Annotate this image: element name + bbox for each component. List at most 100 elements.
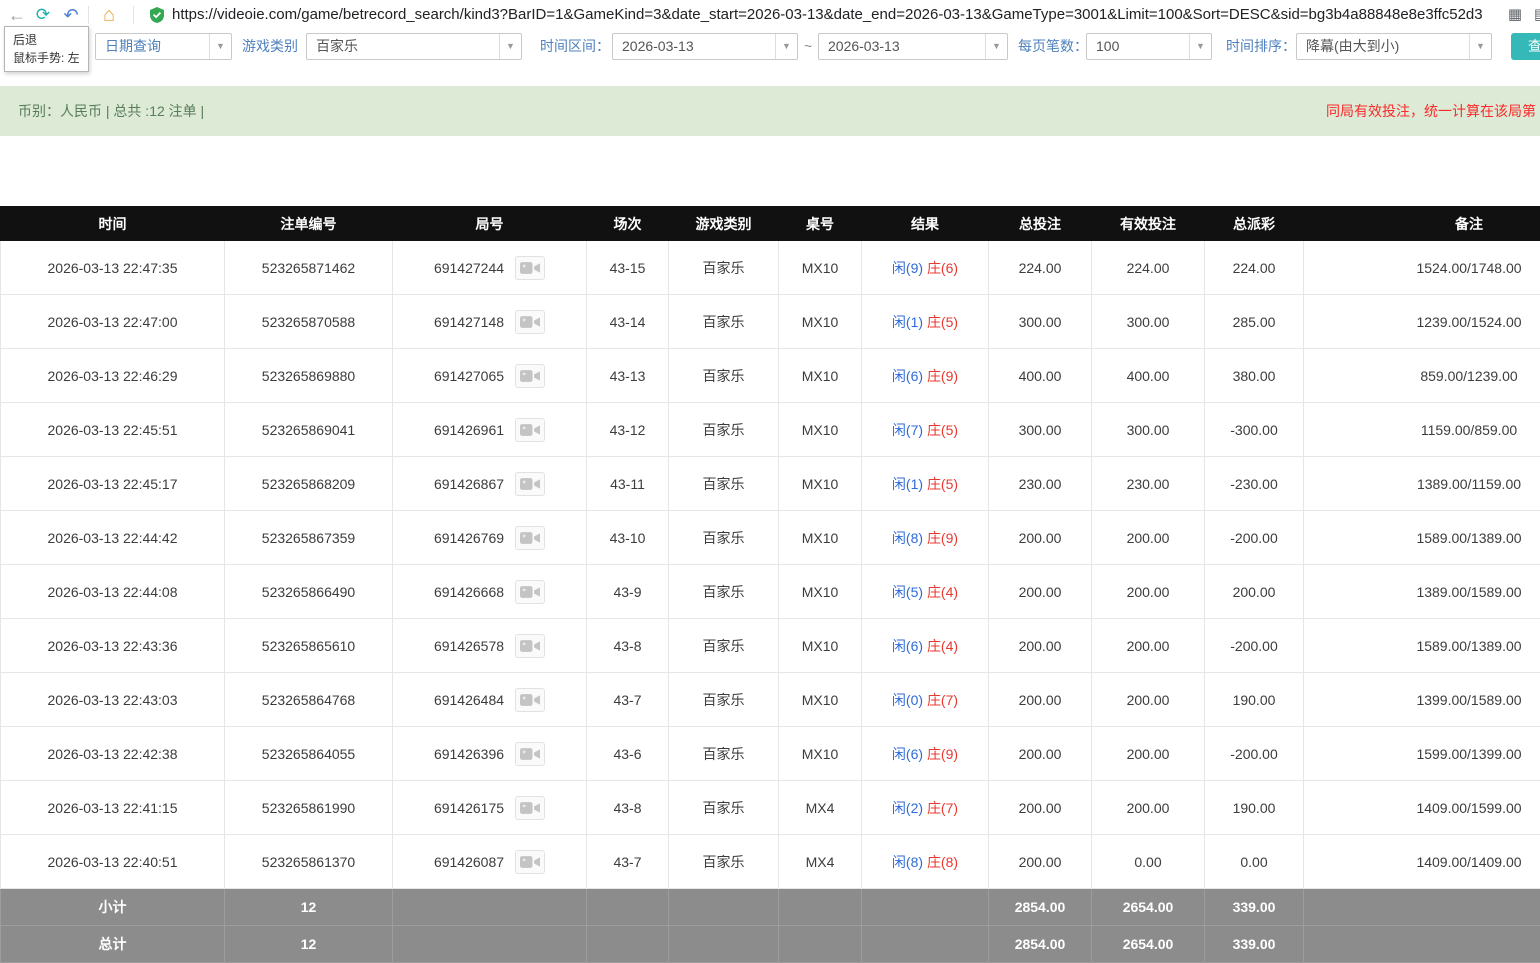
cell-game-type: 百家乐 — [669, 403, 779, 457]
table-row: 2026-03-13 22:46:29 523265869880 6914270… — [1, 349, 1540, 403]
cell-bet-id: 523265864768 — [225, 673, 393, 727]
cell-round: 691426484 — [393, 673, 587, 727]
video-replay-icon[interactable] — [515, 472, 545, 496]
date-query-select[interactable]: 日期查询 ▼ — [95, 33, 232, 60]
table-row: 2026-03-13 22:43:03 523265864768 6914264… — [1, 673, 1540, 727]
footer-empty-cell — [587, 926, 669, 963]
total-count: 12 — [225, 926, 393, 963]
round-number: 691427244 — [434, 260, 504, 276]
date-start-select[interactable]: 2026-03-13 ▼ — [612, 33, 798, 60]
cell-payout: -300.00 — [1205, 403, 1304, 457]
round-number: 691426668 — [434, 584, 504, 600]
video-replay-icon[interactable] — [515, 418, 545, 442]
game-category-label: 游戏类别 — [242, 30, 298, 62]
cell-payout: 224.00 — [1205, 241, 1304, 295]
toolbar-divider — [88, 6, 89, 24]
video-replay-icon[interactable] — [515, 256, 545, 280]
cell-total-bet: 300.00 — [989, 403, 1092, 457]
total-row: 总计 12 2854.00 2654.00 339.00 — [1, 926, 1540, 963]
table-row: 2026-03-13 22:40:51 523265861370 6914260… — [1, 835, 1540, 889]
banker-result: 庄(9) — [927, 368, 958, 384]
cell-time: 2026-03-13 22:44:42 — [1, 511, 225, 565]
cell-payout: -230.00 — [1205, 457, 1304, 511]
cell-round: 691426961 — [393, 403, 587, 457]
video-replay-icon[interactable] — [515, 688, 545, 712]
valid-bet-notice: 同局有效投注，统一计算在该局第 — [1326, 86, 1536, 136]
home-icon[interactable]: ⌂ — [96, 0, 122, 30]
sort-label: 时间排序： — [1226, 30, 1296, 62]
cell-valid-bet: 200.00 — [1092, 781, 1205, 835]
game-category-value: 百家乐 — [316, 34, 358, 59]
video-replay-icon[interactable] — [515, 364, 545, 388]
banker-result: 庄(7) — [927, 692, 958, 708]
cell-table: MX4 — [779, 835, 862, 889]
cell-round: 691426396 — [393, 727, 587, 781]
round-number: 691426396 — [434, 746, 504, 762]
video-replay-icon[interactable] — [515, 580, 545, 604]
date-start-value: 2026-03-13 — [622, 34, 694, 59]
cell-total-bet: 224.00 — [989, 241, 1092, 295]
col-header-bet-id: 注单编号 — [225, 207, 393, 241]
round-number: 691427065 — [434, 368, 504, 384]
table-row: 2026-03-13 22:45:51 523265869041 6914269… — [1, 403, 1540, 457]
cell-time: 2026-03-13 22:40:51 — [1, 835, 225, 889]
video-replay-icon[interactable] — [515, 850, 545, 874]
cell-session: 43-7 — [587, 835, 669, 889]
toolbar-divider — [133, 6, 134, 24]
cell-round: 691426578 — [393, 619, 587, 673]
footer-empty-cell — [862, 889, 989, 926]
cell-note: 1599.00/1399.00 — [1304, 727, 1540, 781]
cell-round: 691426668 — [393, 565, 587, 619]
video-replay-icon[interactable] — [515, 796, 545, 820]
search-button[interactable]: 查询 — [1511, 33, 1540, 60]
cell-total-bet: 200.00 — [989, 565, 1092, 619]
cell-payout: 200.00 — [1205, 565, 1304, 619]
table-row: 2026-03-13 22:43:36 523265865610 6914265… — [1, 619, 1540, 673]
cell-bet-id: 523265869041 — [225, 403, 393, 457]
chevron-down-icon: ▼ — [499, 34, 521, 59]
cell-note: 1389.00/1159.00 — [1304, 457, 1540, 511]
round-number: 691427148 — [434, 314, 504, 330]
video-replay-icon[interactable] — [515, 742, 545, 766]
currency-total-summary: 币别：人民币 | 总共 :12 注单 | — [18, 86, 204, 136]
player-result: 闲(5) — [892, 584, 923, 600]
video-replay-icon[interactable] — [515, 310, 545, 334]
table-row: 2026-03-13 22:44:42 523265867359 6914267… — [1, 511, 1540, 565]
col-header-total-bet: 总投注 — [989, 207, 1092, 241]
cell-note: 1239.00/1524.00 — [1304, 295, 1540, 349]
video-replay-icon[interactable] — [515, 526, 545, 550]
cell-result: 闲(6) 庄(9) — [862, 349, 989, 403]
cell-valid-bet: 200.00 — [1092, 673, 1205, 727]
video-replay-icon[interactable] — [515, 634, 545, 658]
cell-game-type: 百家乐 — [669, 673, 779, 727]
cell-payout: 190.00 — [1205, 673, 1304, 727]
banker-result: 庄(5) — [927, 476, 958, 492]
cell-game-type: 百家乐 — [669, 511, 779, 565]
cell-session: 43-6 — [587, 727, 669, 781]
player-result: 闲(1) — [892, 314, 923, 330]
cell-game-type: 百家乐 — [669, 781, 779, 835]
cell-total-bet: 200.00 — [989, 727, 1092, 781]
cell-bet-id: 523265864055 — [225, 727, 393, 781]
per-page-select[interactable]: 100 ▼ — [1086, 33, 1212, 60]
col-header-payout: 总派彩 — [1205, 207, 1304, 241]
table-header-row: 时间 注单编号 局号 场次 游戏类别 桌号 结果 总投注 有效投注 总派彩 备注 — [1, 207, 1540, 241]
round-number: 691426867 — [434, 476, 504, 492]
banker-result: 庄(6) — [927, 260, 958, 276]
date-end-select[interactable]: 2026-03-13 ▼ — [818, 33, 1008, 60]
apps-grid-icon[interactable]: ▦ — [1502, 0, 1528, 30]
round-number: 691426087 — [434, 854, 504, 870]
table-row: 2026-03-13 22:44:08 523265866490 6914266… — [1, 565, 1540, 619]
round-number: 691426961 — [434, 422, 504, 438]
player-result: 闲(6) — [892, 368, 923, 384]
browser-edge-icon[interactable]: ▤ — [1528, 0, 1540, 30]
col-header-game-type: 游戏类别 — [669, 207, 779, 241]
cell-valid-bet: 300.00 — [1092, 295, 1205, 349]
address-bar[interactable]: https://videoie.com/game/betrecord_searc… — [172, 0, 1483, 30]
game-category-select[interactable]: 百家乐 ▼ — [306, 33, 522, 60]
range-separator: ~ — [804, 30, 812, 62]
subtotal-row: 小计 12 2854.00 2654.00 339.00 — [1, 889, 1540, 926]
cell-table: MX10 — [779, 241, 862, 295]
cell-total-bet: 200.00 — [989, 835, 1092, 889]
sort-select[interactable]: 降幕(由大到小) ▼ — [1296, 33, 1492, 60]
